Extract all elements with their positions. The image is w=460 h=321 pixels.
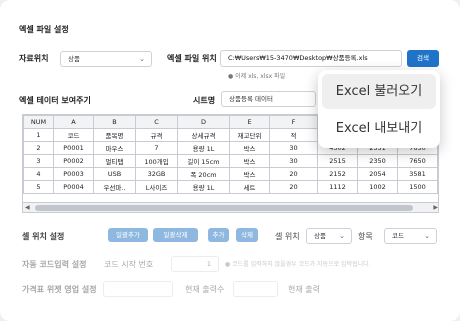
table-row: 5 P0004 우선마.. L사이즈 용량 1L 세트 20 1112 1002 1500: [23, 180, 438, 194]
excel-export-menu-item[interactable]: Excel 내보내기: [322, 111, 436, 146]
table-cell[interactable]: 품목명: [93, 128, 136, 142]
bulk-delete-button[interactable]: 일괄삭제: [153, 228, 198, 242]
excel-import-menu-item[interactable]: Excel 불러오기: [322, 74, 436, 109]
table-cell[interactable]: 재고단위: [229, 128, 270, 142]
horizontal-scrollbar[interactable]: ◀ ▶: [23, 202, 438, 212]
table-cell[interactable]: 적: [269, 128, 318, 142]
source-label: 자료위치: [19, 54, 49, 63]
table-cell[interactable]: 2: [23, 141, 54, 155]
table-cell[interactable]: 2054: [357, 167, 398, 181]
table-cell[interactable]: 세트: [229, 180, 270, 194]
source-select-value: 상품: [68, 55, 80, 63]
table-cell[interactable]: P0002: [53, 154, 94, 168]
table-cell[interactable]: 32GB: [135, 167, 178, 181]
table-cell[interactable]: 상세규격: [177, 128, 230, 142]
table-cell[interactable]: F: [269, 115, 318, 129]
table-row: 3 P0002 멀티탭 100개입 길이 15cm 박스 30 2515 2350 7650: [23, 154, 438, 168]
table-cell[interactable]: 1002: [357, 180, 398, 194]
sheet-label: 시트명: [193, 96, 216, 105]
table-cell[interactable]: 마우스: [93, 141, 136, 155]
faded-row-label-3: 현재 출력: [288, 285, 320, 294]
code-note: ● 코드를 입력하지 않을경우 코드가 자동으로 입력됩니다.: [225, 261, 371, 268]
table-cell[interactable]: 20: [269, 167, 318, 181]
sheet-select[interactable]: 상품등록 데이터: [221, 91, 316, 107]
table-cell[interactable]: 30: [269, 141, 318, 155]
excel-settings-panel: 엑셀 파일 설정 자료위치 상품 ⌄ 엑셀 파일 위치 C:₩Users₩15-…: [0, 0, 460, 321]
source-select[interactable]: 상품 ⌄: [60, 51, 152, 67]
excel-dropdown-menu: Excel 불러오기 Excel 내보내기: [318, 70, 440, 148]
cell-position-select[interactable]: 상품 ⌄: [306, 228, 352, 244]
table-section-title: 엑셀 테이터 보여주기: [19, 96, 91, 105]
table-cell[interactable]: 100개입: [135, 154, 178, 168]
search-button[interactable]: 검색: [407, 50, 439, 67]
table-cell[interactable]: C: [135, 115, 178, 129]
table-cell[interactable]: USB: [93, 167, 136, 181]
table-cell[interactable]: 20: [269, 180, 318, 194]
code-start-input[interactable]: 1: [171, 256, 219, 272]
table-cell[interactable]: 1: [23, 128, 54, 142]
scroll-left-icon[interactable]: ◀: [25, 204, 30, 211]
table-cell[interactable]: 1112: [317, 180, 358, 194]
table-cell[interactable]: 3: [23, 154, 54, 168]
scrollbar-thumb[interactable]: [35, 205, 413, 211]
table-cell[interactable]: 규격: [135, 128, 178, 142]
table-cell[interactable]: 7: [135, 141, 178, 155]
table-cell[interactable]: P0004: [53, 180, 94, 194]
table-cell[interactable]: 7650: [397, 154, 438, 168]
item-select-value: 코드: [392, 232, 404, 240]
table-cell[interactable]: 박스: [229, 154, 270, 168]
table-cell[interactable]: 3581: [397, 167, 438, 181]
table-cell[interactable]: 박스: [229, 167, 270, 181]
table-cell[interactable]: A: [53, 115, 94, 129]
table-cell[interactable]: 박스: [229, 141, 270, 155]
table-cell[interactable]: 용량 1L: [177, 180, 230, 194]
scroll-right-icon[interactable]: ▶: [433, 204, 438, 211]
cell-position-label: 셀 위치 설정: [22, 232, 65, 241]
chevron-down-icon: ⌄: [139, 55, 145, 63]
excel-path-label: 엑셀 파일 위치: [167, 54, 217, 63]
item-label: 항목: [358, 232, 373, 241]
add-button[interactable]: 추가: [208, 228, 229, 242]
faded-row-label-2: 현재 출력수: [185, 285, 225, 294]
faded-select-1[interactable]: [103, 281, 173, 297]
table-row: 4 P0003 USB 32GB 폭 20cm 박스 20 2152 2054 3581: [23, 167, 438, 181]
table-cell[interactable]: 폭 20cm: [177, 167, 230, 181]
table-cell[interactable]: L사이즈: [135, 180, 178, 194]
table-cell[interactable]: 2350: [357, 154, 398, 168]
sheet-select-value: 상품등록 데이터: [229, 95, 273, 103]
cell-position-select-label: 셀 위치: [275, 232, 300, 241]
table-cell[interactable]: 4: [23, 167, 54, 181]
table-cell[interactable]: 길이 15cm: [177, 154, 230, 168]
chevron-down-icon: ⌄: [424, 232, 430, 240]
table-cell[interactable]: B: [93, 115, 136, 129]
table-cell[interactable]: 우선마..: [93, 180, 136, 194]
table-cell[interactable]: E: [229, 115, 270, 129]
table-cell[interactable]: 코드: [53, 128, 94, 142]
bulk-add-button[interactable]: 일괄추가: [108, 228, 148, 242]
table-cell[interactable]: 2152: [317, 167, 358, 181]
table-cell[interactable]: NUM: [23, 115, 54, 129]
excel-path-input[interactable]: C:₩Users₩15-3470₩Desktop₩상품등록.xls: [220, 50, 402, 67]
excel-hint-text: ● 이제 xls, xlsx 파일: [228, 73, 286, 80]
item-select[interactable]: 코드 ⌄: [384, 228, 437, 244]
table-cell[interactable]: D: [177, 115, 230, 129]
table-cell[interactable]: P0001: [53, 141, 94, 155]
table-cell[interactable]: 2515: [317, 154, 358, 168]
code-start-label: 코드 시작 번호: [104, 260, 154, 269]
table-cell[interactable]: 1500: [397, 180, 438, 194]
table-cell[interactable]: 용량 1L: [177, 141, 230, 155]
table-cell[interactable]: 멀티탭: [93, 154, 136, 168]
delete-button[interactable]: 삭제: [236, 228, 258, 242]
faded-row-label: 가격표 위젯 영업 설정: [22, 285, 97, 294]
table-cell[interactable]: 5: [23, 180, 54, 194]
table-cell[interactable]: 30: [269, 154, 318, 168]
table-cell[interactable]: P0003: [53, 167, 94, 181]
faded-select-2[interactable]: [233, 281, 278, 297]
auto-code-label: 자동 코드입력 설정: [22, 260, 87, 269]
cell-position-select-value: 상품: [314, 232, 326, 240]
settings-title: 엑셀 파일 설정: [19, 25, 69, 34]
chevron-down-icon: ⌄: [339, 232, 345, 240]
